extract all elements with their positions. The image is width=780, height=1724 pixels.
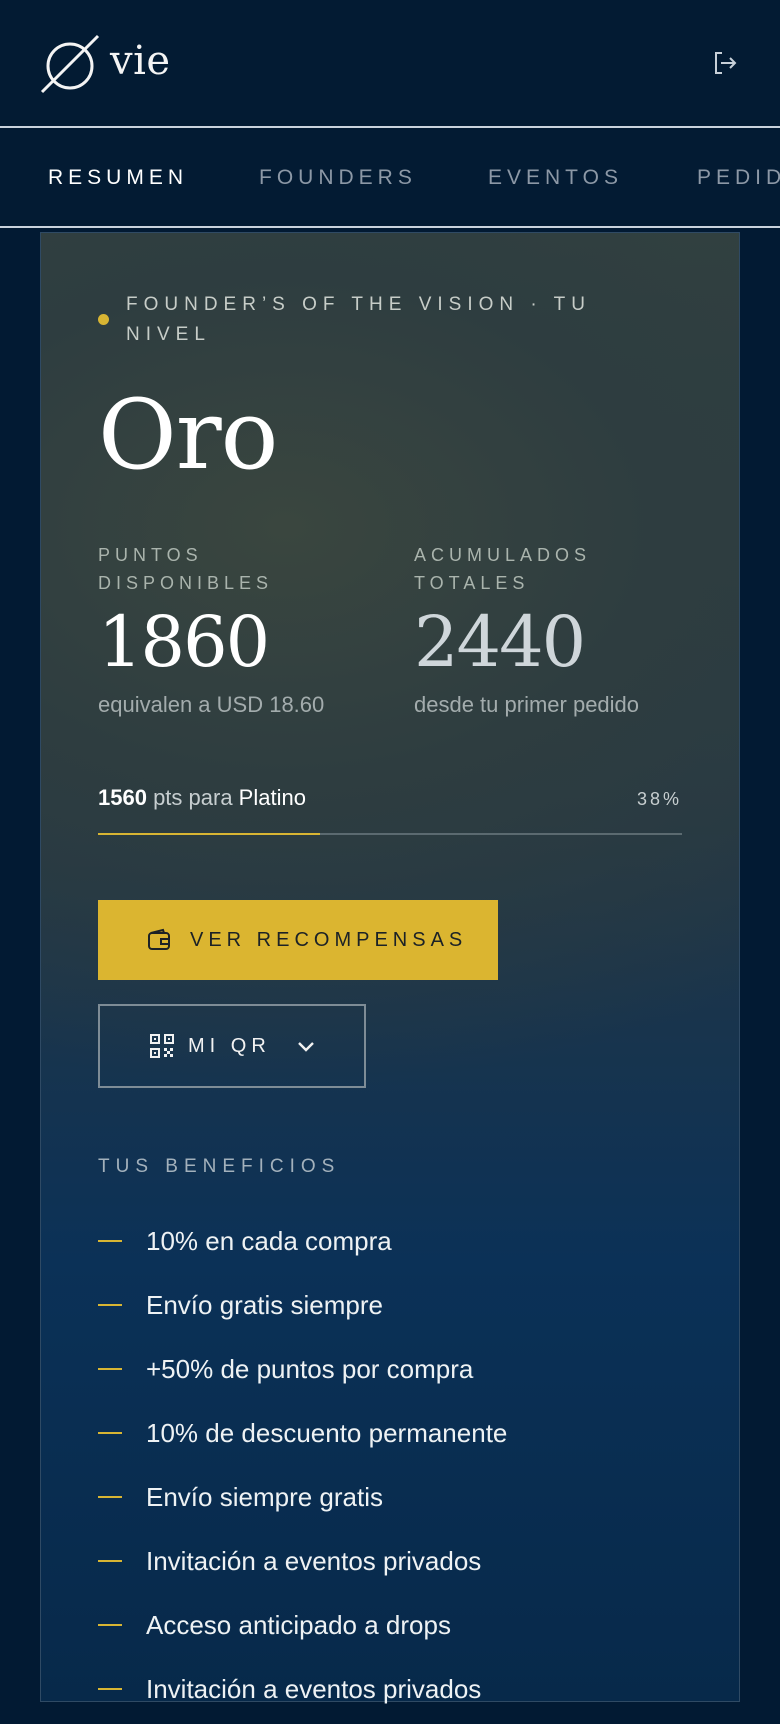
total-points-label: ACUMULADOS TOTALES bbox=[414, 545, 592, 593]
available-points-label: PUNTOS DISPONIBLES bbox=[98, 545, 274, 593]
benefit-text: 10% de descuento permanente bbox=[146, 1418, 508, 1448]
benefit-item: 10% de descuento permanente bbox=[98, 1404, 678, 1468]
benefits-title: TUS BENEFICIOS bbox=[98, 1156, 341, 1177]
benefit-dash-icon bbox=[98, 1624, 122, 1626]
view-rewards-label: VER RECOMPENSAS bbox=[190, 928, 468, 951]
benefit-text: Envío gratis siempre bbox=[146, 1290, 383, 1320]
level-dot bbox=[98, 314, 109, 325]
next-level-progress: 1560 pts para Platino 38% bbox=[98, 785, 682, 819]
benefit-dash-icon bbox=[98, 1432, 122, 1434]
progress-percent: 38% bbox=[636, 789, 682, 809]
progress-bar-fill bbox=[98, 833, 320, 835]
logout-icon[interactable] bbox=[710, 48, 740, 78]
benefit-dash-icon bbox=[98, 1368, 122, 1370]
points-to-next-text: pts para bbox=[146, 785, 239, 810]
benefit-text: Envío siempre gratis bbox=[146, 1482, 383, 1512]
benefit-item: Envío siempre gratis bbox=[98, 1468, 678, 1532]
tab-bar: RESUMEN FOUNDERS EVENTOS PEDID bbox=[0, 130, 780, 228]
total-points-value: 2440 bbox=[414, 601, 586, 683]
points-to-next: 1560 bbox=[98, 785, 147, 810]
logo-mark-icon bbox=[40, 34, 100, 94]
benefit-item: 10% en cada compra bbox=[98, 1212, 678, 1276]
available-points-sub: equivalen a USD 18.60 bbox=[98, 692, 325, 717]
benefit-dash-icon bbox=[98, 1560, 122, 1562]
benefit-text: 10% en cada compra bbox=[146, 1226, 392, 1256]
tab-resumen[interactable]: RESUMEN bbox=[48, 166, 188, 190]
level-name: Oro bbox=[98, 379, 278, 491]
total-points-sub: desde tu primer pedido bbox=[414, 692, 640, 717]
tab-founders[interactable]: FOUNDERS bbox=[259, 166, 417, 190]
my-qr-label: MI QR bbox=[188, 1034, 271, 1057]
brand-logo[interactable]: vie bbox=[40, 32, 171, 96]
benefit-item: +50% de puntos por compra bbox=[98, 1340, 678, 1404]
benefit-dash-icon bbox=[98, 1304, 122, 1306]
benefit-item: Invitación a eventos privados bbox=[98, 1660, 678, 1724]
tab-pedidos[interactable]: PEDID bbox=[697, 166, 780, 190]
benefit-dash-icon bbox=[98, 1240, 122, 1242]
view-rewards-button[interactable]: VER RECOMPENSAS bbox=[98, 900, 498, 980]
brand-name: vie bbox=[110, 38, 171, 84]
benefit-item: Envío gratis siempre bbox=[98, 1276, 678, 1340]
benefit-dash-icon bbox=[98, 1496, 122, 1498]
available-points-value: 1860 bbox=[98, 601, 270, 683]
benefit-text: Invitación a eventos privados bbox=[146, 1674, 482, 1704]
benefit-dash-icon bbox=[98, 1688, 122, 1690]
wallet-icon bbox=[148, 928, 170, 950]
tab-eventos[interactable]: EVENTOS bbox=[488, 166, 623, 190]
progress-bar bbox=[98, 833, 682, 835]
next-level-name: Platino bbox=[238, 785, 306, 810]
benefits-list: 10% en cada compra Envío gratis siempre +5… bbox=[98, 1212, 678, 1724]
chevron-down-icon bbox=[297, 1042, 314, 1052]
benefit-text: Invitación a eventos privados bbox=[146, 1546, 482, 1576]
my-qr-button[interactable]: MI QR bbox=[98, 1004, 366, 1088]
qr-code-icon bbox=[150, 1034, 174, 1058]
benefit-item: Acceso anticipado a drops bbox=[98, 1596, 678, 1660]
level-eyebrow: FOUNDER’S OF THE VISION · TU NIVEL bbox=[126, 294, 591, 345]
benefit-text: +50% de puntos por compra bbox=[146, 1354, 474, 1384]
app-header: vie bbox=[0, 0, 780, 128]
benefit-text: Acceso anticipado a drops bbox=[146, 1610, 451, 1640]
benefit-item: Invitación a eventos privados bbox=[98, 1532, 678, 1596]
